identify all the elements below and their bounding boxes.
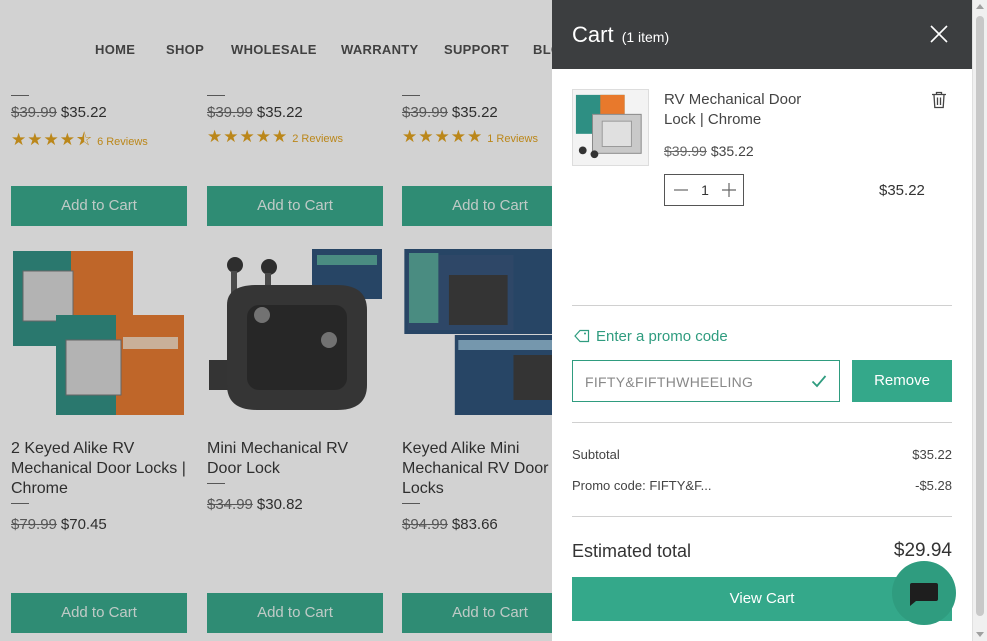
divider	[572, 516, 952, 517]
scroll-thumb[interactable]	[976, 16, 984, 616]
page-overlay[interactable]	[0, 0, 552, 641]
line-total: $35.22	[879, 182, 925, 199]
check-icon	[811, 375, 827, 388]
cart-item-image[interactable]	[572, 89, 649, 166]
promo-code-value: FIFTY&FIFTHWHEELING	[585, 374, 754, 390]
cart-item-name[interactable]: RV Mechanical Door Lock | Chrome	[664, 90, 834, 130]
promo-code-link[interactable]: Enter a promo code	[574, 328, 728, 345]
estimated-total-label: Estimated total	[572, 541, 692, 561]
cart-title: Cart (1 item)	[572, 22, 670, 47]
divider	[572, 305, 952, 306]
cart-drawer: Cart (1 item) RV Mechanical Door Lock | …	[552, 0, 972, 641]
chat-button[interactable]	[892, 561, 956, 625]
promo-code-input[interactable]: FIFTY&FIFTHWHEELING	[572, 360, 840, 402]
promo-discount: -$5.28	[915, 478, 952, 493]
cart-header: Cart (1 item)	[552, 0, 972, 69]
promo-label: Promo code: FIFTY&F...	[572, 478, 712, 493]
tag-icon	[574, 329, 590, 343]
remove-promo-button[interactable]: Remove	[852, 360, 952, 402]
scroll-down-arrow[interactable]	[976, 632, 984, 637]
plus-icon[interactable]	[721, 180, 737, 200]
scroll-up-arrow[interactable]	[976, 4, 984, 9]
quantity-stepper: 1	[664, 174, 744, 206]
subtotal-value: $35.22	[912, 447, 952, 462]
divider	[572, 422, 952, 423]
cart-item-price: $39.99 $35.22	[664, 143, 754, 159]
estimated-total-value: $29.94	[893, 540, 952, 561]
cart-count: (1 item)	[621, 29, 670, 45]
subtotal-label: Subtotal	[572, 447, 620, 462]
close-icon[interactable]	[929, 24, 949, 44]
trash-icon[interactable]	[931, 91, 947, 109]
chat-icon	[910, 583, 938, 606]
scrollbar[interactable]	[972, 0, 987, 641]
